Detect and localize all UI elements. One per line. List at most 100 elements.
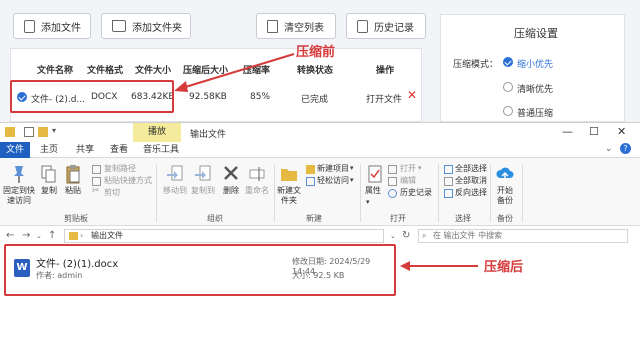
chevron-down-icon: ▾ <box>366 198 370 206</box>
copy-path-button[interactable]: 复制路径 <box>104 164 136 174</box>
header-status: 转换状态 <box>297 66 334 76</box>
delete-icon[interactable]: ✕ <box>407 88 417 102</box>
option-normal[interactable]: 普通压缩 <box>517 106 553 119</box>
new-item-button[interactable]: 新建项目 <box>317 164 349 174</box>
properties-icon <box>368 165 382 183</box>
group-clipboard: 剪贴板 <box>64 214 88 223</box>
cloud-upload-icon <box>496 167 514 182</box>
properties-button[interactable]: 属性 <box>362 186 384 196</box>
paste-shortcut-icon <box>92 177 101 186</box>
address-dropdown-icon[interactable]: ⌄ <box>390 232 396 240</box>
invert-selection-button[interactable]: 反向选择 <box>455 188 487 198</box>
new-folder-qa-icon[interactable] <box>38 127 48 137</box>
option-clarity-first[interactable]: 清晰优先 <box>517 82 553 95</box>
back-icon[interactable]: ← <box>6 230 14 241</box>
recent-dropdown-icon[interactable]: ⌄ <box>36 232 42 240</box>
copy-button[interactable]: 复制 <box>38 186 60 196</box>
history-button[interactable]: 历史记录 <box>346 13 426 39</box>
add-folder-icon <box>112 20 126 32</box>
group-open: 打开 <box>390 214 406 223</box>
paste-shortcut-button[interactable]: 粘贴快捷方式 <box>104 176 152 186</box>
add-file-label: 添加文件 <box>41 22 81 34</box>
clear-list-button[interactable]: 清空列表 <box>256 13 336 39</box>
add-file-button[interactable]: 添加文件 <box>13 13 91 39</box>
trash-icon <box>267 19 278 33</box>
address-text: 输出文件 <box>91 231 123 240</box>
maximize-icon[interactable]: ☐ <box>589 125 599 138</box>
history-icon <box>357 19 368 33</box>
help-icon[interactable]: ? <box>620 143 631 154</box>
chevron-down-icon: ▾ <box>350 164 354 172</box>
select-none-icon <box>444 177 453 186</box>
search-icon: ⌕ <box>422 231 427 240</box>
tab-music-tools[interactable]: 音乐工具 <box>138 142 184 158</box>
qa-dropdown-icon[interactable]: ▾ <box>52 126 56 135</box>
select-all-icon <box>444 165 453 174</box>
search-placeholder: 在 输出文件 中搜索 <box>433 231 503 240</box>
after-arrow <box>400 261 478 271</box>
file-explorer-window: ▾ 播放 输出文件 — ☐ ✕ 文件 主页 共享 查看 音乐工具 ⌄ ? 固定到… <box>0 122 640 340</box>
before-highlight-box <box>10 80 174 113</box>
header-file-name: 文件名称 <box>37 66 74 76</box>
context-tab-play[interactable]: 播放 <box>133 123 181 142</box>
separator <box>360 164 361 222</box>
copy-icon <box>41 165 56 183</box>
new-folder-icon <box>281 169 297 181</box>
copy-to-button[interactable]: 复制到 <box>188 186 218 196</box>
open-button[interactable]: 打开 <box>400 164 416 174</box>
folder-icon <box>69 232 78 240</box>
move-to-button[interactable]: 移动到 <box>160 186 190 196</box>
radio-shrink-first[interactable] <box>503 57 513 67</box>
history-label: 历史记录 <box>374 22 414 34</box>
history-explorer-button[interactable]: 历史记录 <box>400 188 432 198</box>
select-none-button[interactable]: 全部取消 <box>455 176 487 186</box>
easy-access-button[interactable]: 轻松访问 <box>317 176 349 186</box>
properties-qa-icon[interactable] <box>24 127 34 137</box>
tab-view[interactable]: 查看 <box>104 142 134 158</box>
pin-quick-access-button[interactable]: 固定到快速访问 <box>2 186 36 206</box>
add-folder-button[interactable]: 添加文件夹 <box>101 13 191 39</box>
before-annotation: 压缩前 <box>296 45 336 60</box>
separator <box>490 164 491 222</box>
rename-icon <box>249 167 265 181</box>
close-icon[interactable]: ✕ <box>617 125 626 138</box>
search-input[interactable]: ⌕ 在 输出文件 中搜索 <box>418 229 628 243</box>
delete-button[interactable]: 删除 <box>218 186 244 196</box>
settings-panel: 压缩设置 压缩模式： 缩小优先 清晰优先 普通压缩 <box>440 14 625 122</box>
separator <box>274 164 275 222</box>
before-arrow <box>174 53 295 92</box>
minimize-icon[interactable]: — <box>562 125 573 138</box>
new-folder-button[interactable]: 新建文件夹 <box>276 186 302 206</box>
start-backup-button[interactable]: 开始备份 <box>494 186 516 206</box>
paste-icon <box>66 165 80 184</box>
pin-icon <box>14 166 24 183</box>
title-bar: ▾ 播放 输出文件 — ☐ ✕ <box>0 123 640 142</box>
open-file-link[interactable]: 打开文件 <box>366 92 402 105</box>
tab-home[interactable]: 主页 <box>34 142 64 158</box>
up-icon[interactable]: ↑ <box>48 230 56 241</box>
paste-button[interactable]: 粘贴 <box>62 186 84 196</box>
header-file-format: 文件格式 <box>87 66 124 76</box>
rename-button[interactable]: 重命名 <box>242 186 272 196</box>
edit-button[interactable]: 编辑 <box>400 176 416 186</box>
invert-selection-icon <box>444 189 453 198</box>
select-all-button[interactable]: 全部选择 <box>455 164 487 174</box>
tab-share[interactable]: 共享 <box>70 142 100 158</box>
cut-button[interactable]: 剪切 <box>104 188 120 198</box>
open-icon <box>388 165 397 174</box>
address-bar[interactable]: › 输出文件 <box>64 229 384 243</box>
forward-icon[interactable]: → <box>22 230 30 241</box>
ribbon-expand-icon[interactable]: ⌄ <box>605 144 613 154</box>
option-shrink-first[interactable]: 缩小优先 <box>517 57 553 70</box>
refresh-icon[interactable]: ↻ <box>402 230 410 241</box>
group-backup: 备份 <box>497 214 513 223</box>
header-file-size: 文件大小 <box>135 66 172 76</box>
radio-normal[interactable] <box>503 106 513 116</box>
group-new: 新建 <box>306 214 322 223</box>
chevron-right-icon: › <box>80 231 84 240</box>
tab-file[interactable]: 文件 <box>0 142 30 158</box>
scissors-icon: ✂ <box>92 186 100 196</box>
radio-clarity-first[interactable] <box>503 82 513 92</box>
copy-to-icon <box>195 165 211 181</box>
folder-icon <box>5 127 15 137</box>
